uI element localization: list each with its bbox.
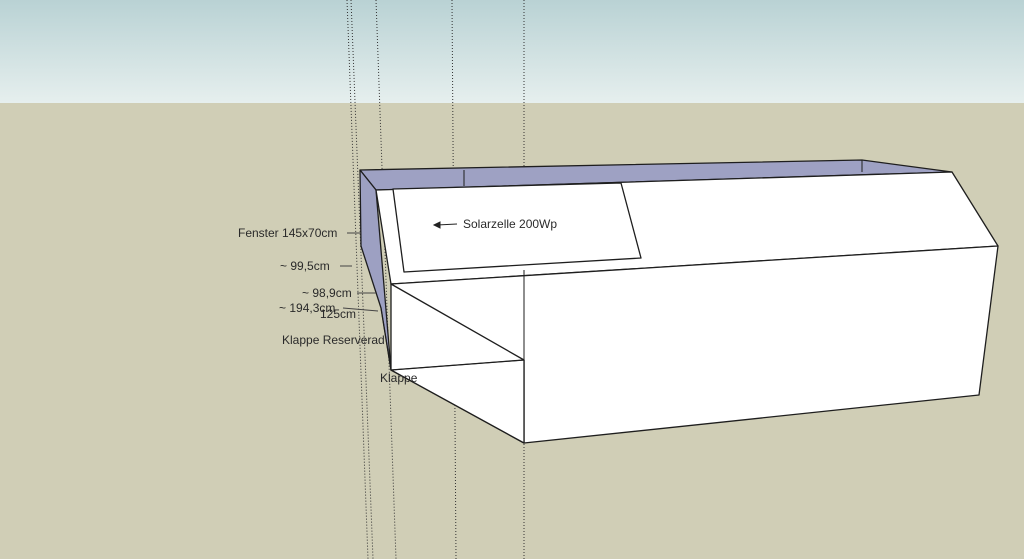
sky: [0, 0, 1024, 103]
label-window: Fenster 145x70cm: [238, 226, 337, 240]
model-canvas: Solarzelle 200Wp Fenster 145x70cm ~ 99,5…: [0, 0, 1024, 559]
label-dim-98-9: ~ 98,9cm: [302, 286, 352, 300]
label-flap-reserve: Klappe Reserverad: [282, 333, 385, 347]
sketchup-viewport[interactable]: Solarzelle 200Wp Fenster 145x70cm ~ 99,5…: [0, 0, 1024, 559]
label-flap: Klappe: [380, 371, 418, 385]
label-solar-cell: Solarzelle 200Wp: [463, 217, 557, 231]
label-dim-99-5: ~ 99,5cm: [280, 259, 330, 273]
vehicle-body[interactable]: [359, 159, 999, 444]
